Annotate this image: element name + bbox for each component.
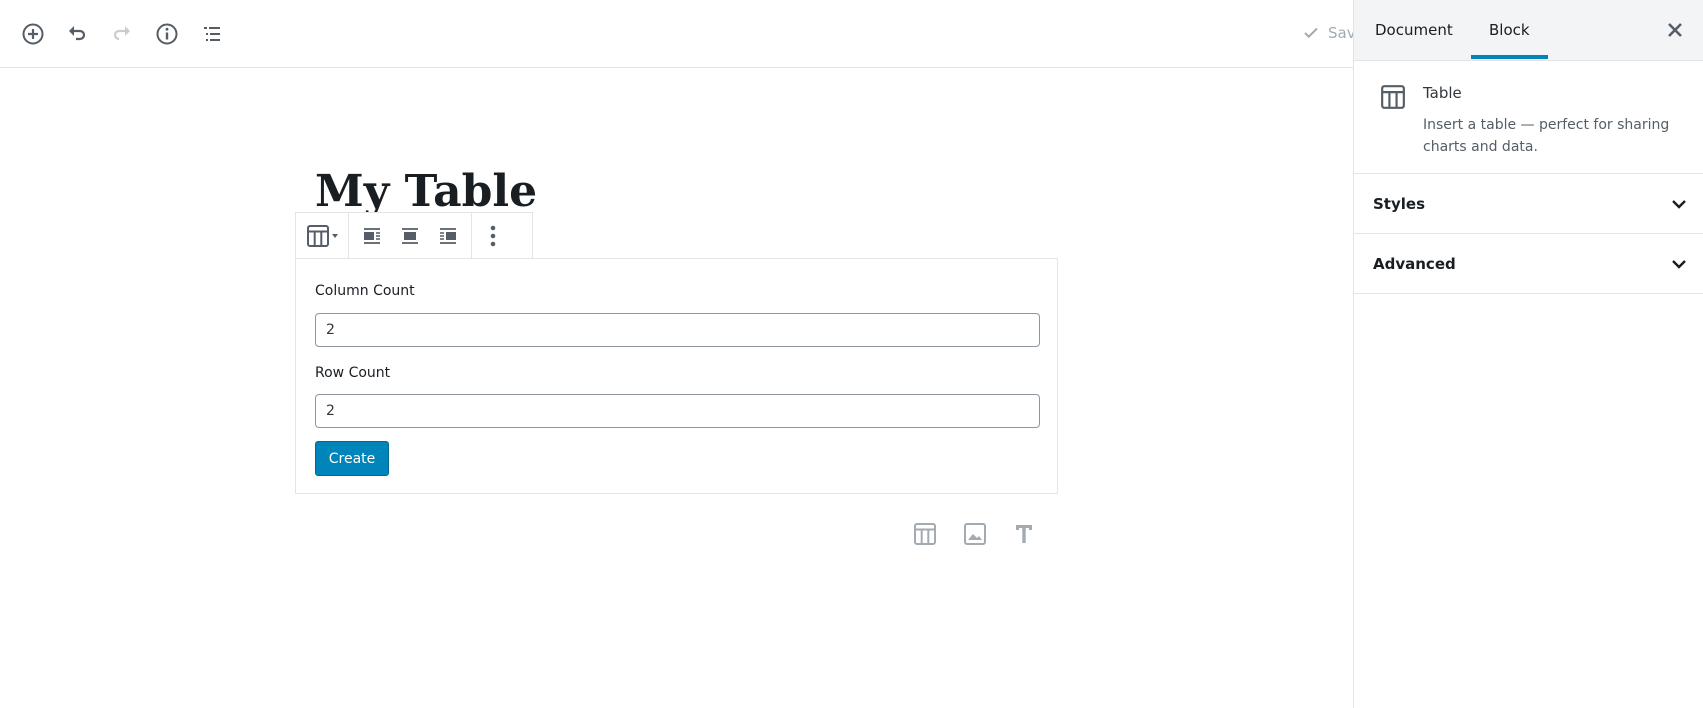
more-vertical-icon bbox=[490, 225, 496, 246]
align-right-button[interactable] bbox=[429, 214, 467, 258]
settings-sidebar: Document Block Table Insert a table — pe… bbox=[1353, 0, 1703, 708]
align-left-button[interactable] bbox=[353, 214, 391, 258]
align-right-icon bbox=[440, 227, 456, 244]
undo-icon[interactable] bbox=[64, 21, 90, 47]
row-count-input[interactable] bbox=[315, 394, 1040, 428]
block-card-description: Insert a table — perfect for sharing cha… bbox=[1423, 117, 1670, 155]
insert-table-button[interactable] bbox=[911, 520, 939, 548]
advanced-panel-toggle[interactable]: Advanced bbox=[1354, 234, 1703, 294]
styles-panel-label: Styles bbox=[1373, 194, 1425, 213]
table-icon bbox=[307, 224, 338, 247]
outline-icon[interactable] bbox=[199, 21, 225, 47]
block-card-title: Table bbox=[1423, 84, 1462, 102]
table-icon bbox=[1381, 85, 1405, 109]
tab-block[interactable]: Block bbox=[1471, 0, 1547, 60]
chevron-down-icon bbox=[1672, 259, 1686, 269]
close-icon bbox=[1668, 23, 1682, 37]
sidebar-tabs: Document Block bbox=[1354, 0, 1703, 61]
create-button[interactable]: Create bbox=[315, 441, 389, 476]
add-block-icon[interactable] bbox=[20, 21, 46, 47]
info-icon[interactable] bbox=[154, 21, 180, 47]
align-center-button[interactable] bbox=[391, 214, 429, 258]
check-icon bbox=[1304, 27, 1318, 39]
insert-image-button[interactable] bbox=[961, 520, 989, 548]
image-icon bbox=[964, 523, 986, 545]
column-count-input[interactable] bbox=[315, 313, 1040, 347]
more-options-button[interactable] bbox=[474, 214, 512, 258]
block-toolbar bbox=[295, 212, 533, 259]
editor-header: Saved bbox=[0, 0, 1374, 68]
column-count-label: Column Count bbox=[315, 283, 415, 299]
block-switcher-button[interactable] bbox=[300, 214, 346, 258]
text-icon bbox=[1016, 525, 1032, 543]
chevron-down-icon bbox=[1672, 199, 1686, 209]
insert-text-button[interactable] bbox=[1010, 520, 1038, 548]
align-left-icon bbox=[364, 227, 380, 244]
post-title[interactable]: My Table bbox=[315, 166, 537, 217]
tab-document[interactable]: Document bbox=[1375, 0, 1453, 60]
styles-panel-toggle[interactable]: Styles bbox=[1354, 174, 1703, 234]
table-icon bbox=[914, 523, 936, 545]
align-center-icon bbox=[402, 227, 418, 244]
advanced-panel-label: Advanced bbox=[1373, 254, 1456, 273]
block-card: Table Insert a table — perfect for shari… bbox=[1354, 61, 1703, 174]
row-count-label: Row Count bbox=[315, 365, 391, 381]
redo-icon[interactable] bbox=[109, 21, 135, 47]
close-sidebar-button[interactable] bbox=[1663, 18, 1687, 42]
table-placeholder: Column Count Row Count Create bbox=[295, 258, 1058, 494]
